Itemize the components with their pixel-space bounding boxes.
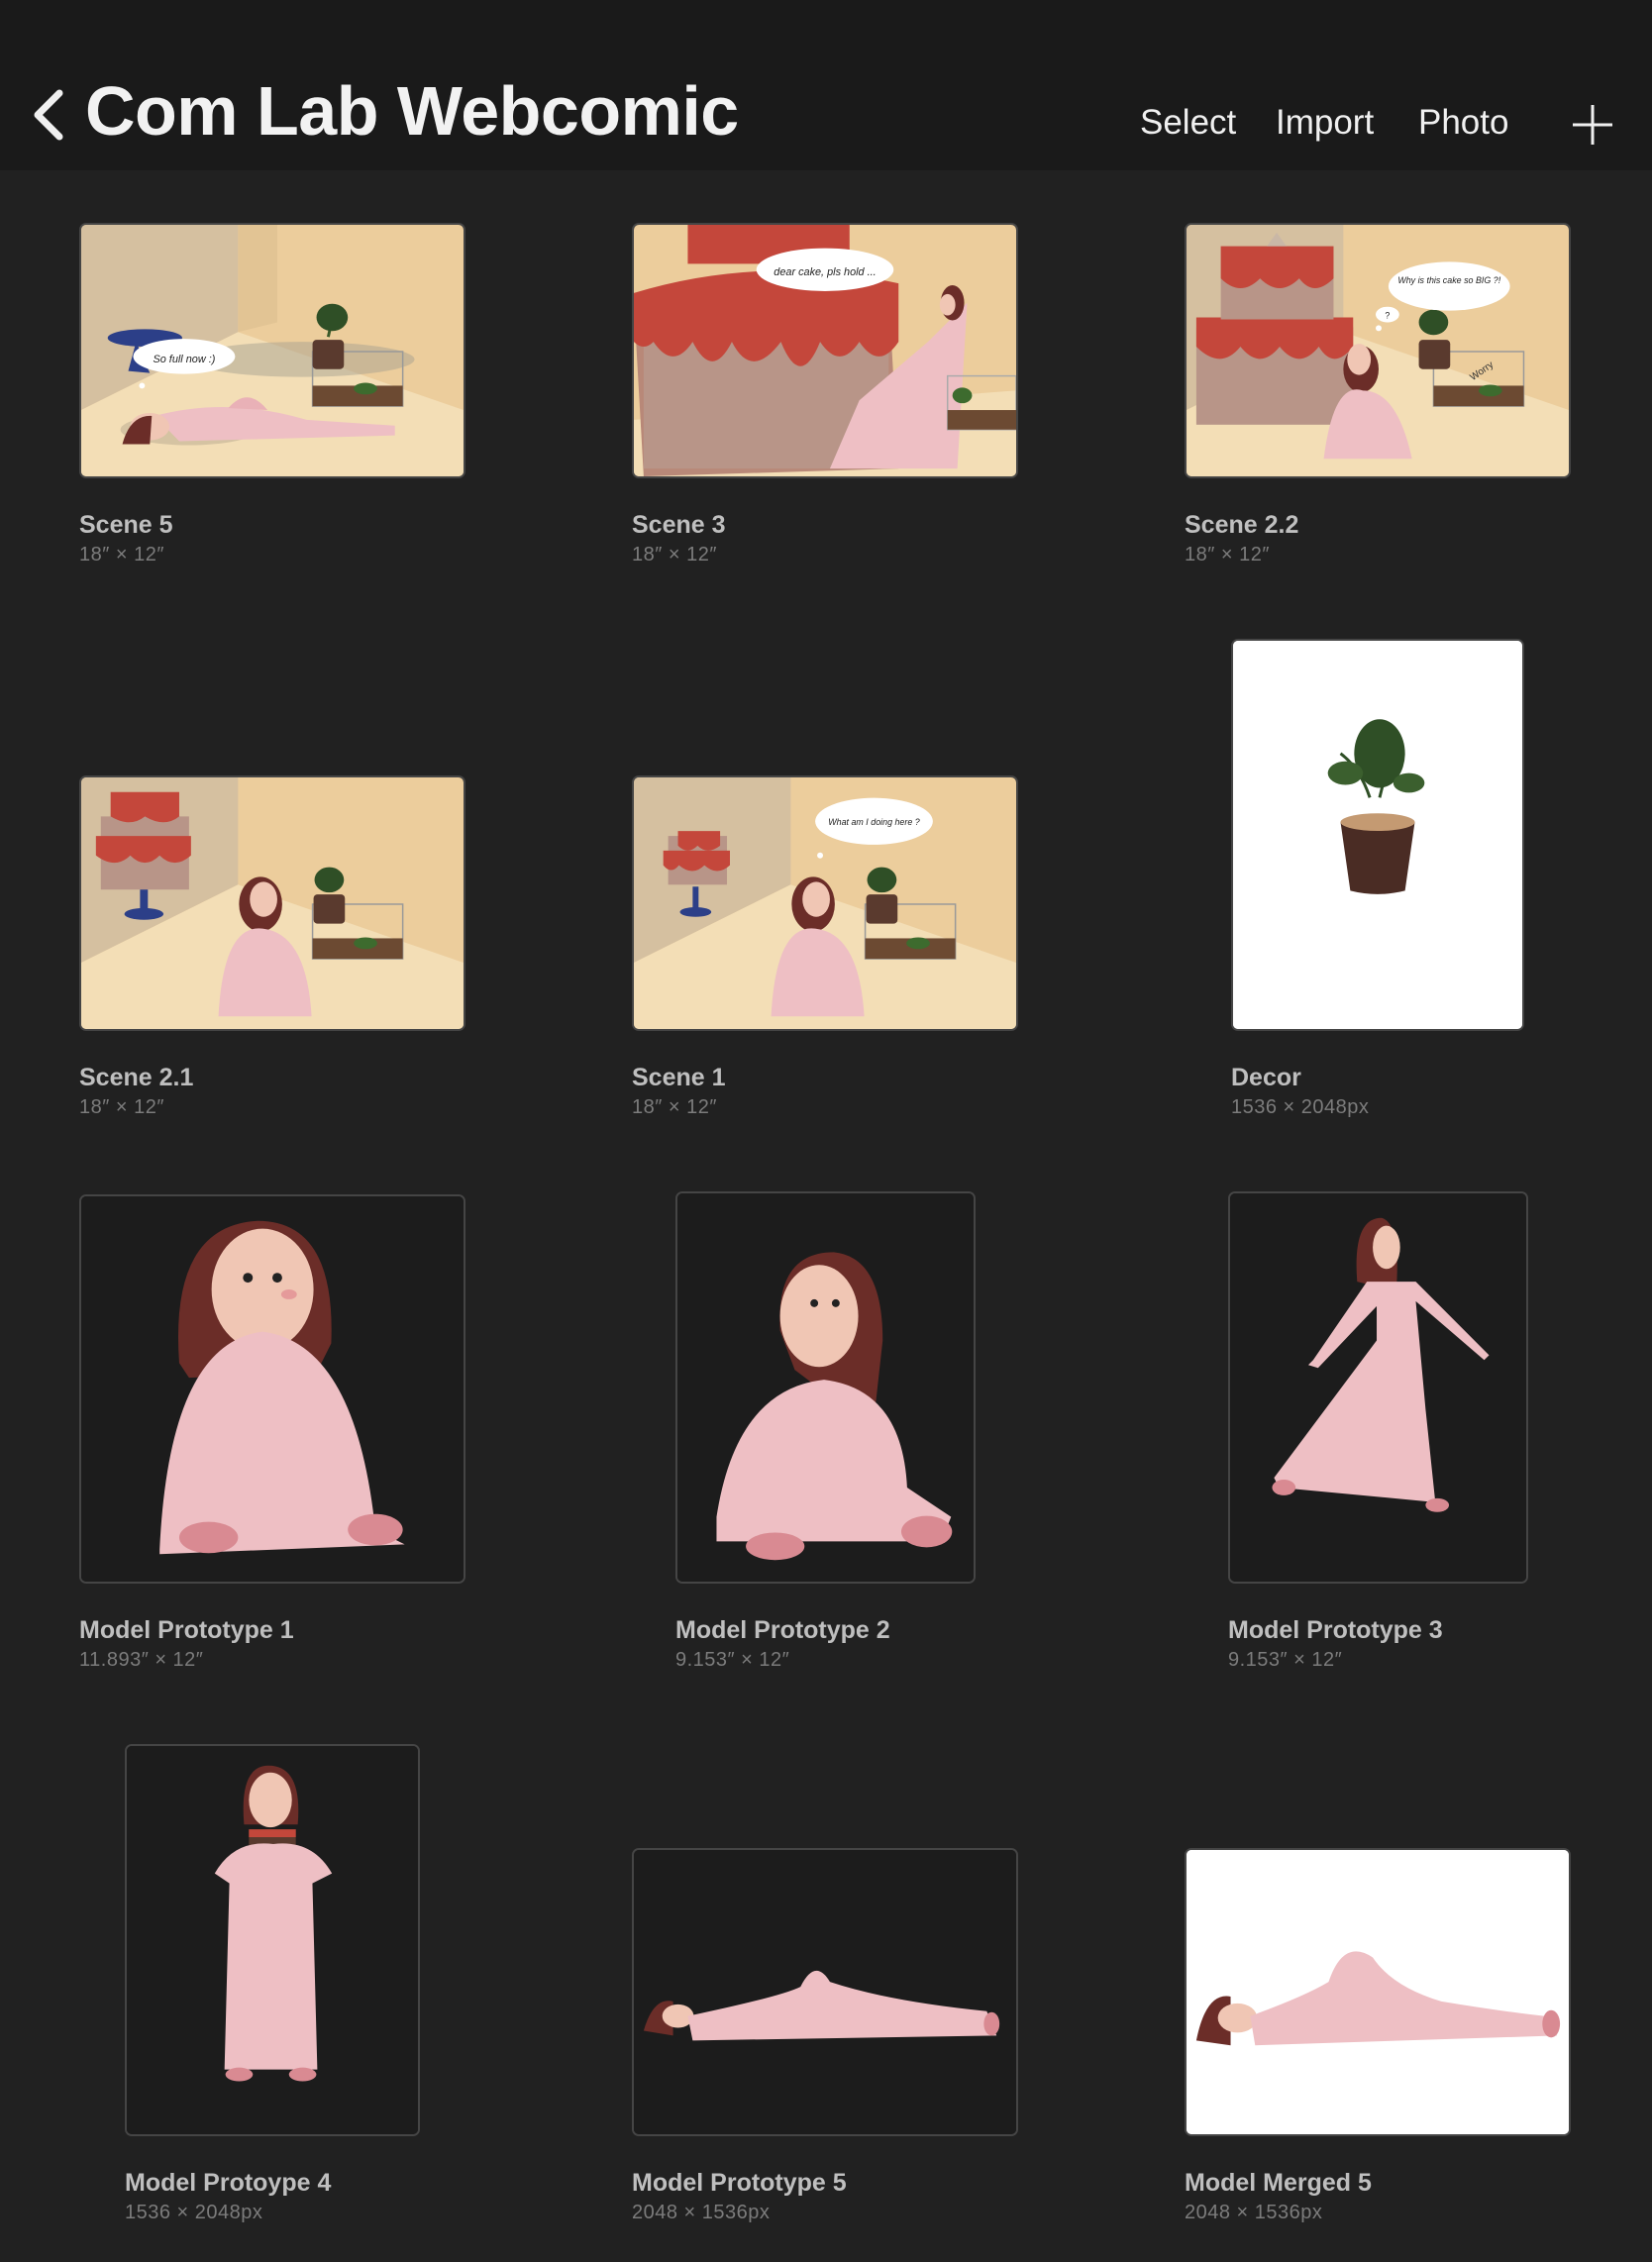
artwork-title: Model Merged 5	[1185, 2169, 1372, 2197]
select-button[interactable]: Select	[1140, 103, 1236, 143]
artwork-dimensions: 18″ × 12″	[632, 544, 717, 566]
artwork-thumbnail[interactable]	[1185, 1848, 1571, 2136]
artwork-title: Model Prototype 5	[632, 2169, 847, 2197]
artwork-title: Model Prototype 1	[79, 1616, 294, 1644]
photo-button[interactable]: Photo	[1418, 103, 1508, 143]
artwork-thumbnail[interactable]	[632, 1848, 1018, 2136]
artwork-title: Model Prototype 2	[675, 1616, 890, 1644]
top-bar: Com Lab Webcomic Select Import Photo	[0, 0, 1652, 170]
artwork-dimensions: 2048 × 1536px	[632, 2202, 771, 2223]
import-button[interactable]: Import	[1276, 103, 1374, 143]
artwork-thumbnail[interactable]	[675, 1191, 976, 1584]
speech-bubble-text: So full now :)	[153, 354, 215, 365]
artwork-title: Scene 2.2	[1185, 511, 1299, 539]
artwork-dimensions: 9.153″ × 12″	[1228, 1649, 1343, 1671]
speech-bubble-text: What am I doing here ?	[828, 817, 920, 827]
artwork-thumbnail[interactable]	[79, 1194, 465, 1584]
artwork-dimensions: 18″ × 12″	[632, 1096, 717, 1118]
speech-bubble-text: dear cake, pls hold ...	[774, 266, 876, 278]
chevron-left-icon[interactable]	[30, 87, 69, 143]
artwork-title: Scene 5	[79, 511, 173, 539]
artwork-dimensions: 18″ × 12″	[1185, 544, 1270, 566]
artwork-dimensions: 9.153″ × 12″	[675, 1649, 790, 1671]
artwork-thumbnail[interactable]: Why is this cake so BIG ?! ? Worry	[1185, 223, 1571, 478]
artwork-title: Model Prototype 3	[1228, 1616, 1443, 1644]
artwork-title: Model Protoype 4	[125, 2169, 332, 2197]
artwork-dimensions: 11.893″ × 12″	[79, 1649, 204, 1671]
artwork-dimensions: 1536 × 2048px	[1231, 1096, 1370, 1118]
artwork-thumbnail[interactable]	[79, 775, 465, 1031]
gallery-title[interactable]: Com Lab Webcomic	[85, 71, 739, 151]
artwork-dimensions: 18″ × 12″	[79, 544, 164, 566]
artwork-thumbnail[interactable]	[1231, 639, 1524, 1031]
plus-icon[interactable]	[1571, 103, 1614, 147]
artwork-title: Decor	[1231, 1064, 1301, 1091]
speech-bubble-text: Why is this cake so BIG ?!	[1397, 275, 1500, 285]
artwork-title: Scene 3	[632, 511, 726, 539]
artwork-thumbnail[interactable]: dear cake, pls hold ...	[632, 223, 1018, 478]
artwork-title: Scene 1	[632, 1064, 726, 1091]
artwork-thumbnail[interactable]: So full now :)	[79, 223, 465, 478]
artwork-thumbnail[interactable]	[125, 1744, 420, 2136]
artwork-dimensions: 1536 × 2048px	[125, 2202, 263, 2223]
artwork-thumbnail[interactable]: What am I doing here ?	[632, 775, 1018, 1031]
artwork-thumbnail[interactable]	[1228, 1191, 1528, 1584]
artwork-dimensions: 2048 × 1536px	[1185, 2202, 1323, 2223]
artwork-dimensions: 18″ × 12″	[79, 1096, 164, 1118]
speech-bubble-small: ?	[1385, 311, 1390, 321]
artwork-title: Scene 2.1	[79, 1064, 194, 1091]
